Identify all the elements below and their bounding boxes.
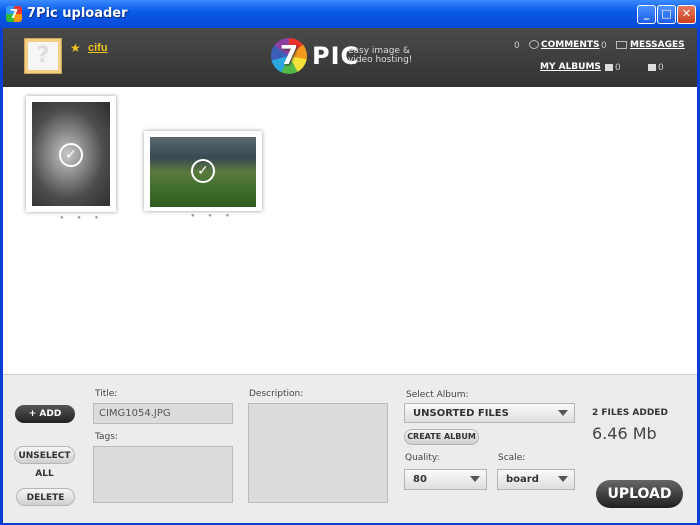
quality-value: 80	[413, 474, 427, 485]
albums-count-a: 0	[615, 63, 621, 73]
tags-field[interactable]	[93, 446, 233, 503]
check-icon[interactable]: ✓	[59, 143, 83, 167]
album-select[interactable]: UNSORTED FILES	[404, 403, 575, 423]
logo-mark: 7	[279, 41, 299, 71]
minimize-button[interactable]: _	[637, 5, 656, 24]
description-field[interactable]	[248, 403, 388, 503]
chevron-down-icon	[470, 476, 480, 482]
select-album-label: Select Album:	[406, 390, 469, 400]
title-label: Title:	[95, 389, 118, 399]
title-value: CIMG1054.JPG	[99, 408, 171, 419]
app-logo-icon: 7	[6, 6, 22, 22]
comments-count: 0	[514, 41, 520, 51]
quality-select[interactable]: 80	[404, 469, 487, 490]
maximize-button[interactable]: □	[657, 5, 676, 24]
files-added-count: 2 FILES ADDED	[592, 408, 668, 418]
description-label: Description:	[249, 389, 304, 399]
messages-link[interactable]: MESSAGES	[630, 40, 685, 50]
username-link[interactable]: cifu	[88, 42, 108, 54]
tags-label: Tags:	[95, 432, 118, 442]
star-icon: ★	[70, 41, 81, 55]
close-button[interactable]: ✕	[677, 5, 696, 24]
quality-label: Quality:	[405, 453, 440, 463]
delete-button[interactable]: DELETE	[16, 488, 75, 506]
total-size: 6.46 Mb	[592, 424, 657, 443]
title-bar: 7 7Pic uploader _ □ ✕	[0, 0, 700, 28]
logo-tagline: easy image & video hosting!	[348, 46, 413, 65]
thumbnail-canvas: ✓ ● ● ● ✓ ● ● ●	[3, 87, 697, 374]
avatar[interactable]: ?	[24, 38, 62, 74]
window-title: 7Pic uploader	[27, 6, 128, 21]
chevron-down-icon	[558, 410, 568, 416]
comment-bubble-icon	[529, 40, 539, 49]
unselect-all-button[interactable]: UNSELECT ALL	[14, 446, 75, 479]
album-value: UNSORTED FILES	[413, 408, 509, 419]
photo-icon	[605, 64, 613, 71]
thumbnail-dots: ● ● ●	[191, 213, 236, 219]
check-icon[interactable]: ✓	[191, 159, 215, 183]
avatar-placeholder-icon: ?	[28, 42, 58, 70]
envelope-icon	[616, 41, 627, 49]
messages-count: 0	[601, 41, 607, 51]
upload-button[interactable]: UPLOAD	[596, 480, 683, 508]
header-bar: ? ★ cifu 7 PIC easy image & video hostin…	[3, 28, 697, 87]
thumbnail-dog[interactable]: ✓	[26, 96, 116, 212]
title-field[interactable]: CIMG1054.JPG	[93, 403, 233, 424]
add-button[interactable]: + ADD	[15, 405, 75, 423]
scale-label: Scale:	[498, 453, 526, 463]
thumbnail-stadium[interactable]: ✓	[144, 131, 262, 211]
thumbnail-dots: ● ● ●	[60, 215, 105, 221]
comments-link[interactable]: COMMENTS	[541, 40, 599, 50]
scale-select[interactable]: board	[497, 469, 575, 490]
video-icon	[648, 64, 656, 71]
albums-count-b: 0	[658, 63, 664, 73]
my-albums-link[interactable]: MY ALBUMS	[540, 62, 601, 72]
scale-value: board	[506, 474, 539, 485]
create-album-button[interactable]: CREATE ALBUM	[404, 429, 479, 445]
chevron-down-icon	[558, 476, 568, 482]
